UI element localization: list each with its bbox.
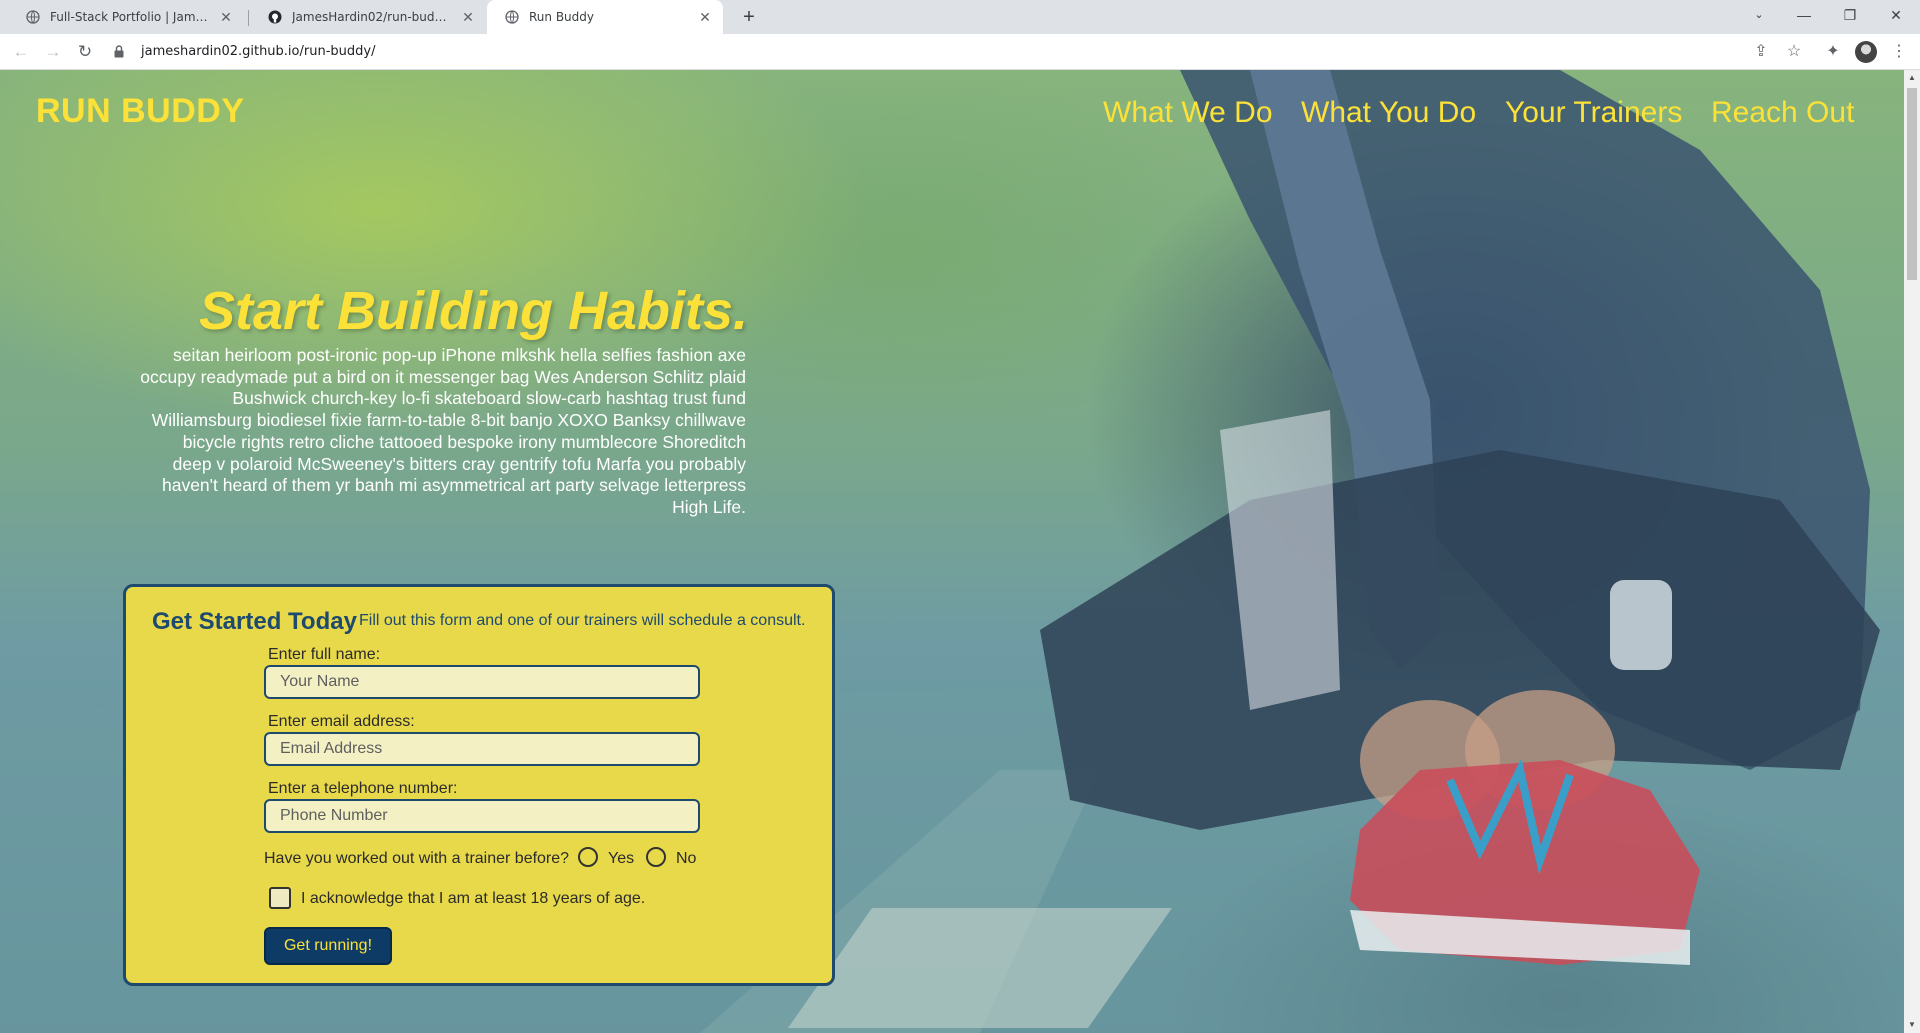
globe-icon xyxy=(505,10,519,24)
browser-tab-portfolio[interactable]: Full-Stack Portfolio | James Hardin ✕ xyxy=(8,0,244,34)
nav-link-what-you-do[interactable]: What You Do xyxy=(1301,96,1476,130)
get-started-form: Get Started Today Fill out this form and… xyxy=(123,584,835,986)
scroll-up-arrow-icon[interactable]: ▲ xyxy=(1904,70,1920,86)
close-tab-icon[interactable]: ✕ xyxy=(697,9,713,25)
form-heading: Get Started Today xyxy=(152,608,357,635)
age-checkbox-label: I acknowledge that I am at least 18 year… xyxy=(301,890,646,907)
trainer-yes-radio[interactable] xyxy=(578,847,598,867)
close-tab-icon[interactable]: ✕ xyxy=(460,9,476,25)
tab-title: Run Buddy xyxy=(529,10,594,24)
close-window-icon[interactable]: ✕ xyxy=(1873,0,1919,30)
bookmark-star-icon[interactable]: ☆ xyxy=(1782,40,1806,64)
minimize-icon[interactable]: — xyxy=(1781,0,1827,30)
get-running-button[interactable]: Get running! xyxy=(264,927,392,965)
trainer-question: Have you worked out with a trainer befor… xyxy=(264,850,570,867)
hero-text-line: seitan heirloom post-ironic pop-up iPhon… xyxy=(173,345,746,365)
new-tab-button[interactable]: + xyxy=(737,5,761,29)
browser-tab-run-buddy[interactable]: Run Buddy ✕ xyxy=(487,0,723,34)
hero-title: Start Building Habits. xyxy=(198,281,748,341)
scroll-down-arrow-icon[interactable]: ▼ xyxy=(1904,1017,1920,1033)
hero-text-line: bicycle rights retro cliche tattooed bes… xyxy=(182,431,746,452)
nav-link-your-trainers[interactable]: Your Trainers xyxy=(1505,96,1682,130)
hero-text-line: Williamsburg biodiesel fixie farm-to-tab… xyxy=(151,410,746,431)
phone-input[interactable] xyxy=(264,799,700,833)
forward-icon[interactable]: → xyxy=(41,40,65,64)
menu-kebab-icon[interactable]: ⋮ xyxy=(1887,40,1911,64)
site-logo[interactable]: RUN BUDDY xyxy=(36,92,245,131)
email-input[interactable] xyxy=(264,732,700,766)
tab-search-icon[interactable]: ⌄ xyxy=(1736,0,1782,30)
age-checkbox[interactable] xyxy=(269,887,291,909)
nav-link-reach-out[interactable]: Reach Out xyxy=(1711,96,1854,130)
lock-icon[interactable] xyxy=(114,45,124,58)
trainer-no-label: No xyxy=(676,850,697,867)
trainer-yes-label: Yes xyxy=(608,850,635,867)
back-icon[interactable]: ← xyxy=(9,40,33,64)
browser-tab-github[interactable]: JamesHardin02/run-buddy: Run Buddy ✕ xyxy=(250,0,486,34)
name-label: Enter full name: xyxy=(268,646,381,663)
hero-text-line: deep v polaroid McSweeney's bitters cray… xyxy=(172,453,746,474)
hero-text-line: High Life. xyxy=(672,496,746,517)
phone-label: Enter a telephone number: xyxy=(268,780,458,797)
restore-icon[interactable]: ❐ xyxy=(1827,0,1873,30)
name-input[interactable] xyxy=(264,665,700,699)
hero-text-line: haven't heard of them yr banh mi asymmet… xyxy=(161,475,746,496)
email-label: Enter email address: xyxy=(268,713,415,730)
hero-text: seitan heirloom post-ironic pop-up iPhon… xyxy=(118,345,746,519)
nav-link-what-we-do[interactable]: What We Do xyxy=(1103,96,1273,130)
tab-divider xyxy=(248,10,249,26)
globe-icon xyxy=(26,10,40,24)
tab-title: Full-Stack Portfolio | James Hardin xyxy=(50,10,212,24)
reload-icon[interactable]: ↻ xyxy=(73,40,97,64)
hero-text-line: occupy readymade put a bird on it messen… xyxy=(140,366,746,387)
hero-text-line: Bushwick church-key lo-fi skateboard slo… xyxy=(232,388,746,409)
extensions-icon[interactable]: ✦ xyxy=(1821,40,1845,64)
browser-tab-strip: Full-Stack Portfolio | James Hardin ✕ Ja… xyxy=(0,0,1920,34)
trainer-no-radio[interactable] xyxy=(646,847,666,867)
profile-avatar[interactable] xyxy=(1855,41,1877,63)
address-bar[interactable]: jameshardin02.github.io/run-buddy/ xyxy=(141,44,375,59)
close-tab-icon[interactable]: ✕ xyxy=(218,9,234,25)
tab-title: JamesHardin02/run-buddy: Run Buddy xyxy=(292,10,454,24)
share-icon[interactable]: ⇪ xyxy=(1749,40,1773,64)
browser-toolbar: ← → ↻ jameshardin02.github.io/run-buddy/… xyxy=(0,34,1920,70)
scrollbar-thumb[interactable] xyxy=(1907,88,1917,280)
github-icon xyxy=(268,10,282,24)
form-subheading: Fill out this form and one of our traine… xyxy=(359,612,806,629)
